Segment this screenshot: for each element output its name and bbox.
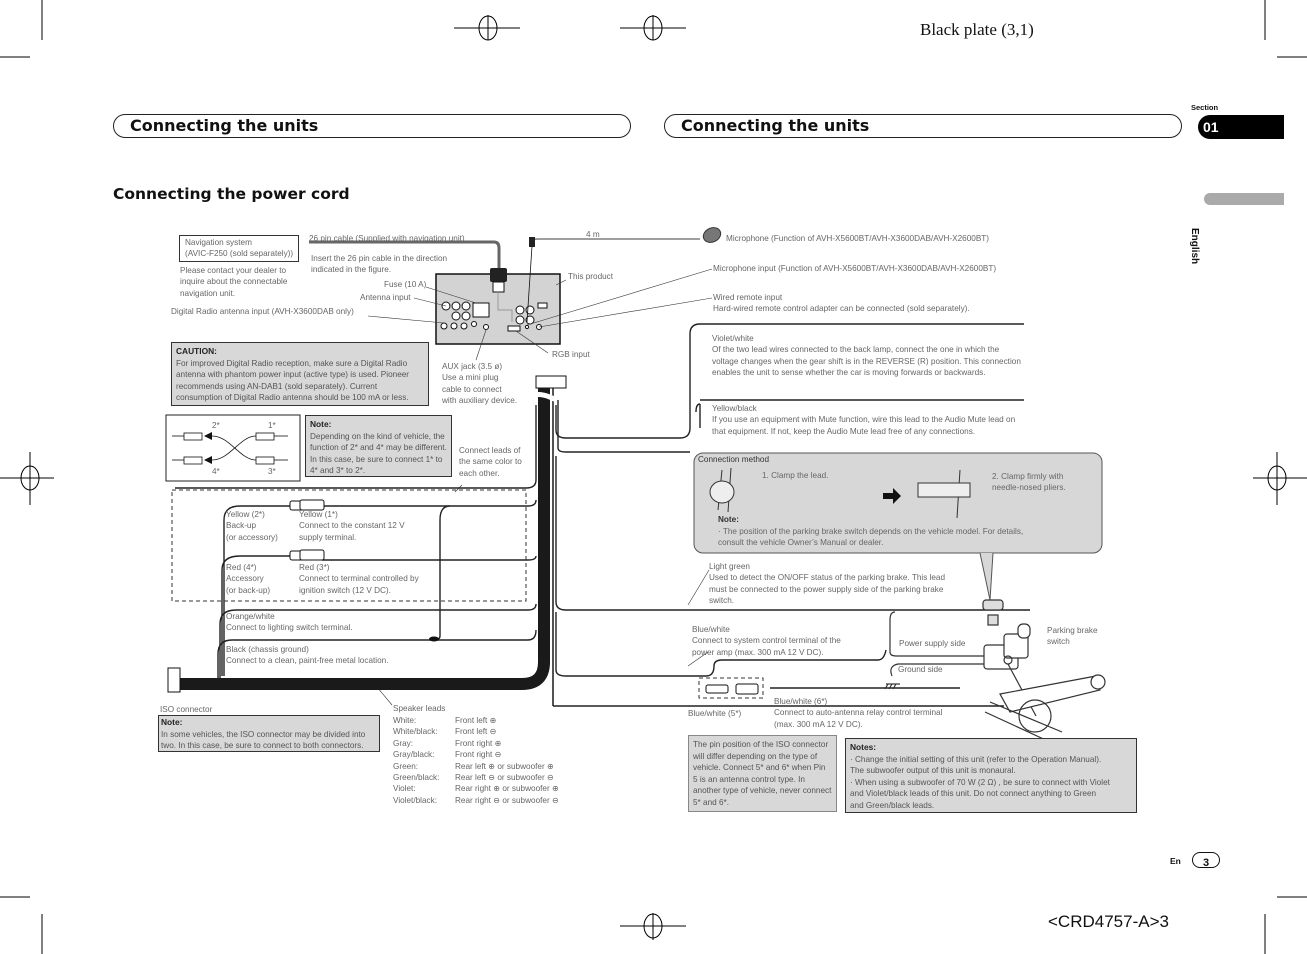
dab-antenna-label: Digital Radio antenna input (AVH-X3600DA… — [171, 307, 354, 316]
light-green-label: Light green Used to detect the ON/OFF st… — [709, 562, 946, 606]
notes-item: · Change the initial setting of this uni… — [850, 754, 1102, 776]
speaker-lead-color: Violet/black: — [393, 795, 437, 805]
cable-26pin-label: 26 pin cable (Supplied with navigation u… — [309, 234, 465, 243]
caution-title: CAUTION: — [176, 346, 217, 356]
section-label: Section — [1191, 103, 1219, 112]
speaker-lead-use: Front left ⊖ — [455, 727, 497, 737]
plate-label: Black plate (3,1) — [920, 20, 1034, 39]
document-code: <CRD4757-A>3 — [1048, 912, 1169, 931]
swap-note-title: Note: — [310, 419, 332, 429]
ground-side-label: Ground side — [898, 665, 943, 674]
connection-note-title: Note: — [718, 515, 739, 524]
header-left-title: Connecting the units — [130, 116, 319, 135]
speaker-lead-use: Front right ⊕ — [455, 738, 502, 748]
iso-note-text: In some vehicles, the ISO connector may … — [161, 729, 366, 751]
swap-diagram-box — [165, 414, 301, 482]
microphone-label: Microphone (Function of AVH-X5600BT/AVH-… — [726, 234, 990, 243]
swap-label-4: 4* — [212, 467, 220, 476]
swap-label-3: 3* — [268, 467, 276, 476]
swap-label-1: 1* — [268, 421, 276, 430]
nav-system-box: Navigation system (AVIC-F250 (sold separ… — [179, 235, 300, 262]
speaker-lead-use: Front left ⊕ — [455, 716, 497, 725]
blue-white-label: Blue/white Connect to system control ter… — [692, 625, 841, 657]
swap-note-box: Note: Depending on the kind of vehicle, … — [305, 415, 452, 477]
speaker-lead-color: Gray/black: — [393, 750, 435, 760]
speaker-lead-color: Green: — [393, 761, 419, 771]
connection-note-text: · The position of the parking brake swit… — [718, 527, 1024, 548]
pin-position-text: The pin position of the ISO connector wi… — [693, 740, 832, 807]
yellow-1-label: Yellow (1*) Connect to the constant 12 V… — [299, 510, 405, 542]
header-right-title-bar: Connecting the units — [664, 114, 1182, 138]
this-product-label: This product — [568, 272, 614, 281]
speaker-leads-title: Speaker leads — [393, 704, 446, 713]
orange-white-label: Orange/white Connect to lighting switch … — [226, 612, 353, 633]
speaker-lead-use: Rear left ⊕ or subwoofer ⊕ — [455, 761, 554, 771]
yellow-2-label: Yellow (2*) Back-up (or accessory) — [226, 510, 278, 542]
rgb-input-label: RGB input — [552, 350, 590, 359]
swap-label-2: 2* — [212, 421, 220, 430]
speaker-lead-color: Gray: — [393, 738, 414, 748]
connection-step-2: 2. Clamp firmly with needle-nosed pliers… — [992, 472, 1066, 493]
aux-jack-label: AUX jack (3.5 ø) Use a mini plug cable t… — [442, 362, 518, 406]
insert-26pin-label: Insert the 26 pin cable in the direction… — [311, 254, 448, 275]
notes-item: · When using a subwoofer of 70 W (2 Ω) ,… — [850, 777, 1110, 810]
connection-step-1: 1. Clamp the lead. — [762, 471, 829, 480]
speaker-lead-use: Rear left ⊖ or subwoofer ⊖ — [455, 773, 554, 782]
iso-note-box: Note: In some vehicles, the ISO connecto… — [158, 715, 380, 752]
iso-note-title: Note: — [161, 717, 183, 727]
wired-remote-label: Wired remote input Hard-wired remote con… — [713, 293, 970, 314]
connection-method-title: Connection method — [698, 455, 770, 464]
blue-white-5-label: Blue/white (5*) — [688, 709, 742, 718]
red-4-label: Red (4*) Accessory (or back-up) — [226, 563, 271, 595]
cable-length-label: 4 m — [586, 230, 600, 239]
notes-title: Notes: — [850, 742, 877, 752]
caution-box: CAUTION: For improved Digital Radio rece… — [171, 342, 429, 406]
speaker-lead-color: Violet: — [393, 784, 416, 794]
parking-brake-switch-label: Parking brake switch — [1047, 626, 1098, 647]
page-heading: Connecting the power cord — [113, 185, 350, 203]
power-supply-side-label: Power supply side — [899, 639, 966, 648]
page-number-badge: 3 — [1192, 852, 1220, 869]
violet-white-label: Violet/white Of the two lead wires conne… — [712, 334, 1021, 378]
speaker-lead-use: Rear right ⊕ or subwoofer ⊕ — [455, 784, 559, 794]
speaker-lead-use: Front right ⊖ — [455, 750, 502, 760]
microphone-input-label: Microphone input (Function of AVH-X5600B… — [713, 264, 997, 273]
header-left-title-bar: Connecting the units — [113, 114, 631, 138]
microphone-icon — [702, 227, 722, 243]
yellow-black-label: Yellow/black If you use an equipment wit… — [712, 404, 1016, 436]
section-number: 01 — [1203, 119, 1219, 135]
iso-connector-label: ISO connector — [160, 705, 213, 714]
speaker-lead-color: White/black: — [393, 727, 438, 737]
page-number: 3 — [1202, 857, 1210, 869]
language-tab: English — [1189, 228, 1200, 265]
notes-box: Notes: · Change the initial setting of t… — [845, 738, 1137, 813]
black-ground-label: Black (chassis ground) Connect to a clea… — [226, 645, 389, 666]
antenna-input-label: Antenna input — [360, 293, 411, 302]
pin-position-note: The pin position of the ISO connector wi… — [688, 735, 837, 812]
footer-language: En — [1170, 856, 1181, 866]
red-3-label: Red (3*) Connect to terminal controlled … — [299, 563, 419, 595]
caution-text: For improved Digital Radio reception, ma… — [176, 358, 410, 403]
swap-note-text: Depending on the kind of vehicle, the fu… — [310, 431, 447, 476]
language-tab-bar — [1204, 193, 1284, 205]
same-color-label: Connect leads of the same color to each … — [459, 446, 522, 478]
blue-white-6-label: Blue/white (6*) Connect to auto-antenna … — [774, 697, 943, 729]
header-right-title: Connecting the units — [681, 116, 870, 135]
speaker-lead-color: Green/black: — [393, 773, 440, 782]
speaker-lead-use: Rear right ⊖ or subwoofer ⊖ — [455, 795, 559, 805]
fuse-label: Fuse (10 A) — [384, 280, 427, 289]
speaker-lead-color: White: — [393, 716, 417, 725]
nav-contact-text: Please contact your dealer to inquire ab… — [180, 266, 288, 298]
